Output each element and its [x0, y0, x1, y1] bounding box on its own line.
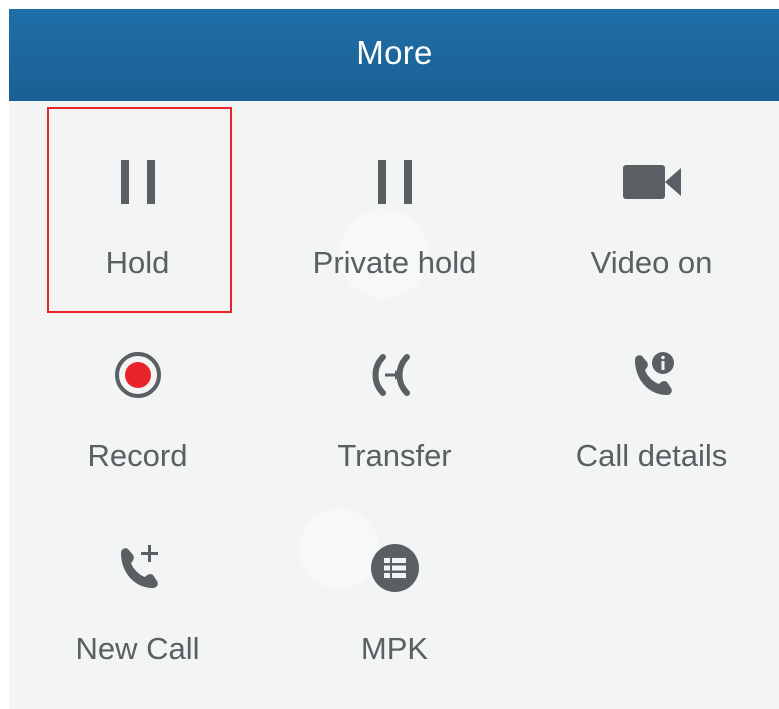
mpk-label: MPK — [360, 631, 429, 666]
new-call-icon — [9, 539, 266, 597]
private-hold-button[interactable]: Private hold — [266, 101, 523, 294]
record-button[interactable]: Record — [9, 294, 266, 487]
header-bar: More — [9, 9, 779, 101]
call-details-icon — [523, 346, 779, 404]
pause-icon — [9, 153, 266, 211]
call-details-label: Call details — [575, 438, 728, 473]
video-camera-icon — [523, 153, 779, 211]
hold-button[interactable]: Hold — [9, 101, 266, 294]
transfer-label: Transfer — [337, 438, 452, 473]
mpk-grid-icon — [266, 539, 523, 597]
hold-label: Hold — [105, 245, 170, 280]
call-details-button[interactable]: Call details — [523, 294, 779, 487]
private-hold-label: Private hold — [312, 245, 477, 280]
record-icon — [9, 346, 266, 404]
pause-icon — [266, 153, 523, 211]
new-call-label: New Call — [75, 631, 200, 666]
mpk-button[interactable]: MPK — [266, 487, 523, 680]
transfer-icon — [266, 346, 523, 404]
new-call-button[interactable]: New Call — [9, 487, 266, 680]
video-on-label: Video on — [590, 245, 713, 280]
more-panel: More Hold Private hold Video on Record T… — [9, 9, 779, 709]
record-label: Record — [87, 438, 188, 473]
page-title: More — [356, 34, 433, 71]
transfer-button[interactable]: Transfer — [266, 294, 523, 487]
video-on-button[interactable]: Video on — [523, 101, 779, 294]
